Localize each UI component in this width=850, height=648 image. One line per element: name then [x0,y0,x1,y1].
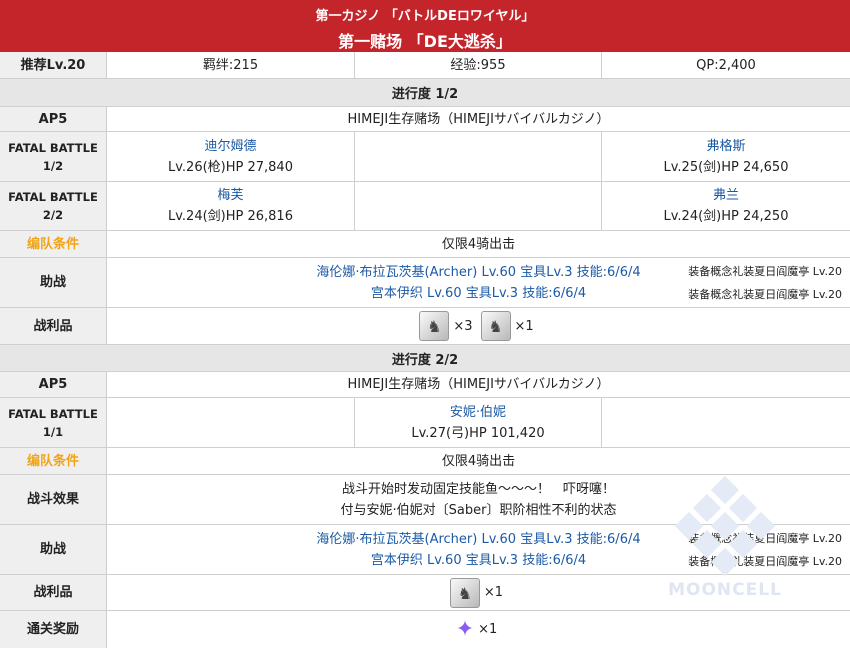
battle-label-b: 1/1 [42,424,64,439]
enemy-stats: Lv.24(剑)HP 26,816 [168,209,293,224]
formation-condition: 仅限4骑出击 [106,231,850,257]
ap-row: AP5 HIMEJI生存赌场（HIMEJIサバイバルカジノ） [0,107,850,132]
reward-row: 通关奖励 ✦ ×1 [0,611,850,648]
battle-label-b: 1/2 [42,158,64,173]
enemy-name-link[interactable]: 弗兰 [713,185,739,206]
battle-label-a: FATAL BATTLE [8,140,98,155]
support-label: 助战 [0,258,106,307]
formation-label: 编队条件 [0,448,106,474]
enemy-stats: Lv.25(剑)HP 24,650 [663,159,789,175]
battle-label-a: FATAL BATTLE [8,406,98,421]
battle-label-a: FATAL BATTLE [8,190,98,204]
enemy-right: 弗格斯 Lv.25(剑)HP 24,650 [601,132,850,181]
enemy-middle-empty [354,182,601,230]
quest-title: 第一赌场 「DE大逃杀」 [338,32,512,51]
drops-label: 战利品 [0,308,106,344]
qp-value: QP:2,400 [601,52,850,78]
enemy-boss: 安妮·伯妮 Lv.27(弓)HP 101,420 [354,398,601,447]
reward-label: 通关奖励 [0,611,106,648]
drop-qty: ×1 [483,585,504,600]
battle-label: FATAL BATTLE 1/2 [0,132,106,181]
support-ce-2: 装备概念礼装夏日阎魔亭 Lv.20 [688,287,842,301]
ap-cost: AP5 [0,107,106,131]
support-ce-1: 装备概念礼装夏日阎魔亭 Lv.20 [688,264,842,278]
section-title: 进行度 1/2 [391,87,459,102]
info-row: 推荐Lv.20 羁绊:215 经验:955 QP:2,400 [0,52,850,79]
support-servant-2[interactable]: 宫本伊织 Lv.60 宝具Lv.3 技能:6/6/4 [371,550,586,571]
mooncell-watermark: MOONCELL [655,475,795,605]
quest-subtitle: 第一カジノ 「バトルDEロワイヤル」 [315,9,535,24]
battle-label-b: 2/2 [42,208,64,222]
drop-item-icon[interactable]: ♞ [449,577,480,608]
reward-qty: ×1 [478,622,498,637]
watermark-logo-icon [674,475,776,577]
section-progress-2: 进行度 2/2 [0,345,850,372]
enemy-left: 迪尔姆德 Lv.26(枪)HP 27,840 [106,132,354,181]
formation-label: 编队条件 [0,231,106,257]
battle-row-1: FATAL BATTLE 1/2 迪尔姆德 Lv.26(枪)HP 27,840 … [0,132,850,182]
support-label: 助战 [0,525,106,574]
formation-condition: 仅限4骑出击 [106,448,850,474]
drop-item-icon[interactable]: ♞ [419,311,450,341]
battle-row-boss: FATAL BATTLE 1/1 安妮·伯妮 Lv.27(弓)HP 101,42… [0,398,850,448]
enemy-stats: Lv.26(枪)HP 27,840 [168,159,293,175]
drop-qty: ×1 [514,318,534,334]
drops-label: 战利品 [0,575,106,610]
drop-qty: ×3 [453,318,473,334]
quest-header: 第一カジノ 「バトルDEロワイヤル」 第一赌场 「DE大逃杀」 [0,0,850,52]
enemy-name-link[interactable]: 迪尔姆德 [204,136,256,157]
enemy-left-empty [106,398,354,447]
ap-cost: AP5 [0,372,106,397]
section-progress-1: 进行度 1/2 [0,79,850,107]
drops-row: 战利品 ♞ ×3 ♞ ×1 [0,308,850,345]
enemy-right-empty [601,398,850,447]
enemy-name-link[interactable]: 安妮·伯妮 [450,402,506,423]
exp-value: 经验:955 [354,52,601,78]
battle-row-2: FATAL BATTLE 2/2 梅芙 Lv.24(剑)HP 26,816 弗兰… [0,182,850,231]
support-servant-1[interactable]: 海伦娜·布拉瓦茨基(Archer) Lv.60 宝具Lv.3 技能:6/6/4 [316,262,640,283]
formation-row: 编队条件 仅限4骑出击 [0,231,850,258]
enemy-name-link[interactable]: 梅芙 [217,185,243,206]
bond-value: 羁绊:215 [106,52,354,78]
enemy-name-link[interactable]: 弗格斯 [706,136,745,157]
location: HIMEJI生存赌场（HIMEJIサバイバルカジノ） [106,372,850,397]
enemy-left: 梅芙 Lv.24(剑)HP 26,816 [106,182,354,230]
recommended-level: 推荐Lv.20 [0,52,106,78]
drops-list: ♞ ×3 ♞ ×1 [106,308,850,344]
watermark-text: MOONCELL [668,580,782,600]
enemy-right: 弗兰 Lv.24(剑)HP 24,250 [601,182,850,230]
drop-item-icon[interactable]: ♞ [480,311,511,341]
support-ce-notes: 装备概念礼装夏日阎魔亭 Lv.20 装备概念礼装夏日阎魔亭 Lv.20 [688,258,842,307]
support-servant-1[interactable]: 海伦娜·布拉瓦茨基(Archer) Lv.60 宝具Lv.3 技能:6/6/4 [316,529,640,550]
saint-quartz-icon[interactable]: ✦ [456,619,474,641]
enemy-middle-empty [354,132,601,181]
effect-label: 战斗效果 [0,475,106,524]
effect-line-2: 付与安妮·伯妮对〔Saber〕职阶相性不利的状态 [340,502,617,518]
battle-label: FATAL BATTLE 2/2 [0,182,106,230]
effect-line-1: 战斗开始时发动固定技能鱼～～～！ 吓呀噻！ [341,481,615,497]
support-servant-2[interactable]: 宫本伊织 Lv.60 宝具Lv.3 技能:6/6/4 [371,283,586,304]
ap-row: AP5 HIMEJI生存赌场（HIMEJIサバイバルカジノ） [0,372,850,398]
enemy-stats: Lv.24(剑)HP 24,250 [663,209,789,224]
battle-label: FATAL BATTLE 1/1 [0,398,106,447]
support-row: 助战 海伦娜·布拉瓦茨基(Archer) Lv.60 宝具Lv.3 技能:6/6… [0,258,850,308]
section-title: 进行度 2/2 [391,352,459,368]
enemy-stats: Lv.27(弓)HP 101,420 [411,425,545,441]
support-list: 海伦娜·布拉瓦茨基(Archer) Lv.60 宝具Lv.3 技能:6/6/4 … [106,258,850,307]
reward-list: ✦ ×1 [106,611,850,648]
location: HIMEJI生存赌场（HIMEJIサバイバルカジノ） [106,107,850,131]
formation-row: 编队条件 仅限4骑出击 [0,448,850,475]
